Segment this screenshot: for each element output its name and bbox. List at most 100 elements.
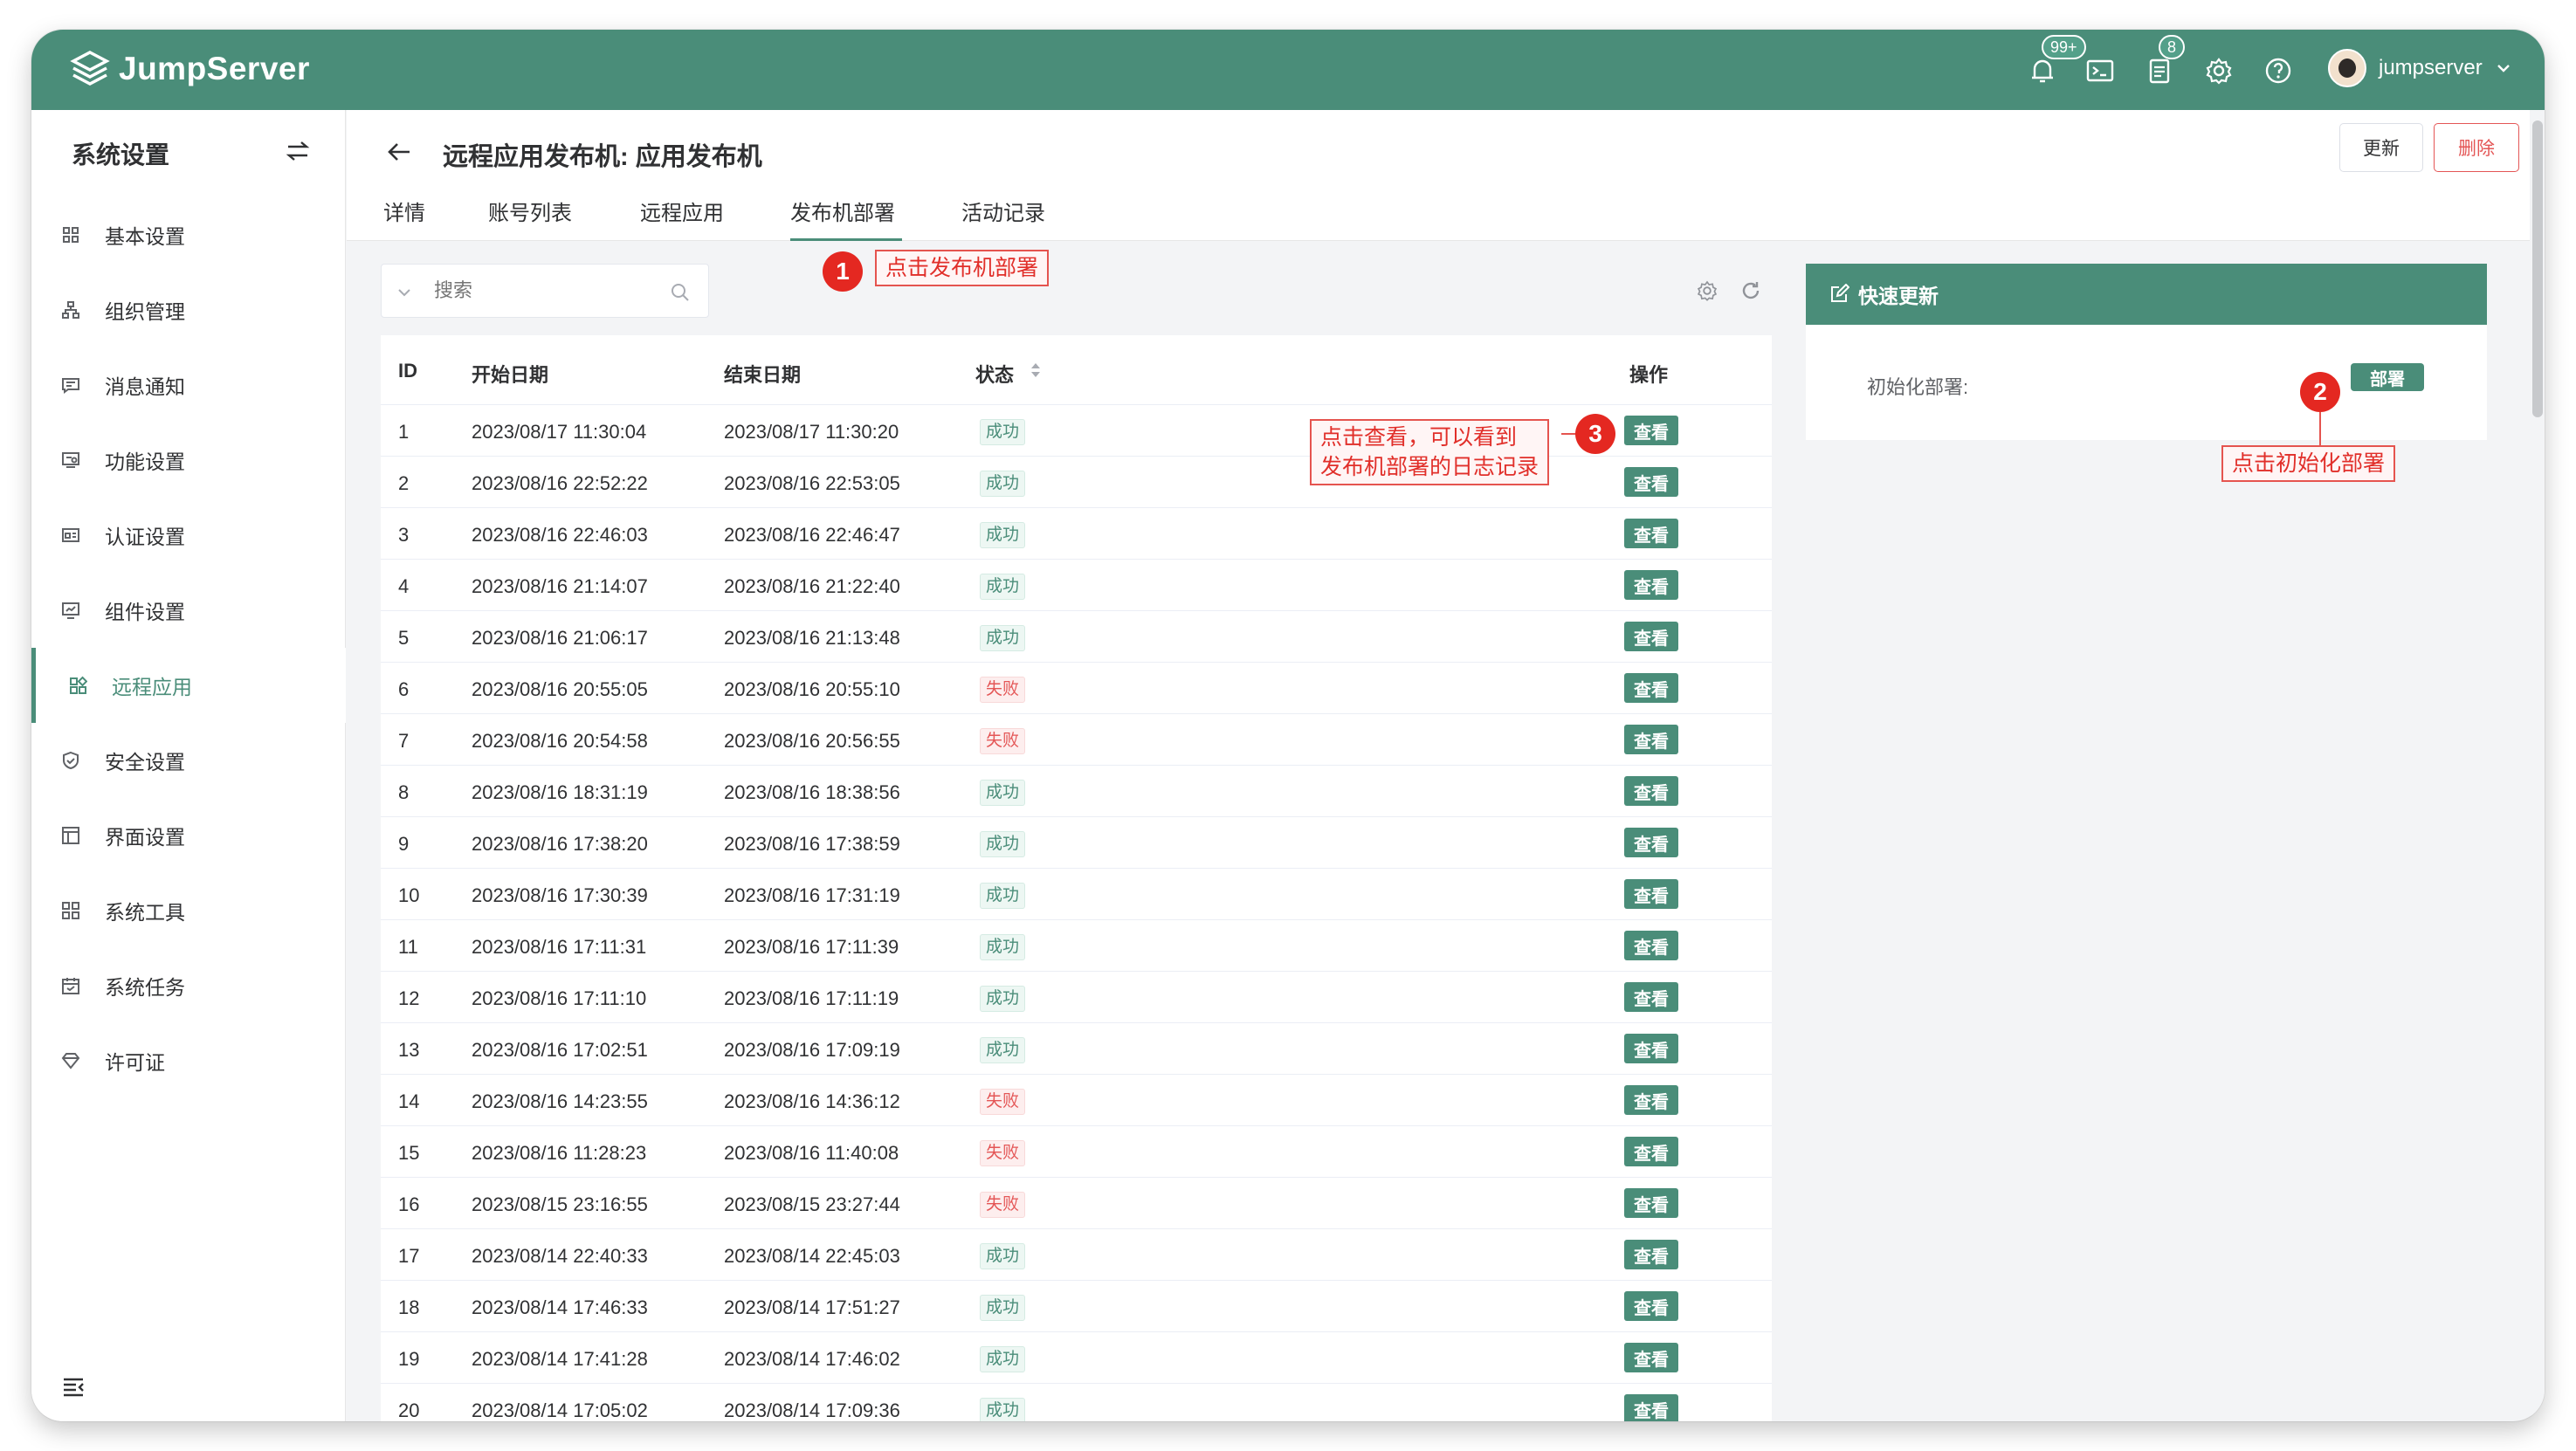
user-menu[interactable]: jumpserver xyxy=(2328,49,2512,87)
cell-start-date: 2023/08/16 20:55:05 xyxy=(472,678,648,700)
brand-name: JumpServer xyxy=(119,51,310,86)
sidebar-item-license[interactable]: 许可证 xyxy=(31,1023,346,1098)
cell-end-date: 2023/08/16 11:40:08 xyxy=(724,1142,899,1164)
status-badge: 成功 xyxy=(980,1243,1026,1269)
view-button[interactable]: 查看 xyxy=(1624,1137,1678,1166)
top-navbar: JumpServer 99+ 8 jumpserver xyxy=(31,30,2545,110)
cell-end-date: 2023/08/14 17:51:27 xyxy=(724,1296,900,1318)
switch-icon[interactable] xyxy=(285,138,311,164)
sidebar-item-interface[interactable]: 界面设置 xyxy=(31,798,346,873)
refresh-icon[interactable] xyxy=(1739,279,1762,302)
sidebar-item-label: 组件设置 xyxy=(105,601,185,623)
sidebar-item-label: 安全设置 xyxy=(105,751,185,774)
view-button[interactable]: 查看 xyxy=(1624,725,1678,754)
logo[interactable]: JumpServer xyxy=(70,49,310,89)
help-icon[interactable] xyxy=(2263,56,2293,86)
view-button[interactable]: 查看 xyxy=(1624,467,1678,497)
view-button[interactable]: 查看 xyxy=(1624,879,1678,909)
cell-id: 17 xyxy=(398,1245,420,1267)
table-row: 13 2023/08/16 17:02:51 2023/08/16 17:09:19… xyxy=(381,1023,1772,1075)
annotation-note-3-line2: 发布机部署的日志记录 xyxy=(1320,455,1539,479)
deploy-button[interactable]: 部署 xyxy=(2351,363,2424,391)
sidebar-item-message[interactable]: 消息通知 xyxy=(31,347,346,423)
settings-icon[interactable] xyxy=(1696,279,1718,302)
view-button[interactable]: 查看 xyxy=(1624,1394,1678,1421)
page-header: 远程应用发布机: 应用发布机 更新 删除 详情 账号列表 远程应用 发布机部署 … xyxy=(347,110,2530,241)
sidebar-item-remote-apps[interactable]: 远程应用 xyxy=(31,648,346,723)
table-row: 14 2023/08/16 14:23:55 2023/08/16 14:36:12… xyxy=(381,1075,1772,1126)
table-row: 16 2023/08/15 23:16:55 2023/08/15 23:27:44… xyxy=(381,1178,1772,1229)
view-button[interactable]: 查看 xyxy=(1624,570,1678,600)
view-button[interactable]: 查看 xyxy=(1624,828,1678,857)
sidebar-item-feature[interactable]: 功能设置 xyxy=(31,423,346,498)
view-button[interactable]: 查看 xyxy=(1624,622,1678,651)
cell-end-date: 2023/08/16 17:11:19 xyxy=(724,987,899,1009)
annotation-note-3: 点击查看，可以看到 发布机部署的日志记录 xyxy=(1310,419,1550,485)
view-button[interactable]: 查看 xyxy=(1624,1085,1678,1115)
layout-icon xyxy=(62,827,79,844)
cell-end-date: 2023/08/16 20:56:55 xyxy=(724,730,900,752)
table-row: 17 2023/08/14 22:40:33 2023/08/14 22:45:03… xyxy=(381,1229,1772,1281)
terminal-icon[interactable] xyxy=(2085,56,2115,86)
feature-icon xyxy=(62,452,79,468)
tab-activity[interactable]: 活动记录 xyxy=(961,196,1054,241)
sidebar-item-label: 基本设置 xyxy=(105,225,185,248)
cell-id: 8 xyxy=(398,781,410,803)
cell-start-date: 2023/08/16 20:54:58 xyxy=(472,730,648,752)
delete-button[interactable]: 删除 xyxy=(2434,123,2519,172)
cell-end-date: 2023/08/14 17:46:02 xyxy=(724,1348,900,1370)
view-button[interactable]: 查看 xyxy=(1624,776,1678,806)
sidebar-item-org[interactable]: 组织管理 xyxy=(31,272,346,347)
tab-details[interactable]: 详情 xyxy=(383,196,432,241)
sort-icon[interactable] xyxy=(1030,360,1042,381)
tab-deployment[interactable]: 发布机部署 xyxy=(790,196,902,241)
annotation-note-2: 点击初始化部署 xyxy=(2221,445,2396,482)
table-row: 11 2023/08/16 17:11:31 2023/08/16 17:11:39… xyxy=(381,920,1772,972)
view-button[interactable]: 查看 xyxy=(1624,416,1678,445)
view-button[interactable]: 查看 xyxy=(1624,931,1678,960)
sidebar-item-tasks[interactable]: 系统任务 xyxy=(31,948,346,1023)
view-button[interactable]: 查看 xyxy=(1624,1034,1678,1063)
cell-id: 19 xyxy=(398,1348,420,1370)
view-button[interactable]: 查看 xyxy=(1624,1188,1678,1218)
back-arrow-icon[interactable] xyxy=(385,138,413,166)
collapse-menu-icon[interactable] xyxy=(61,1374,86,1399)
tab-remote-apps[interactable]: 远程应用 xyxy=(640,196,733,241)
cell-id: 6 xyxy=(398,678,410,700)
sidebar-item-tools[interactable]: 系统工具 xyxy=(31,873,346,948)
view-button[interactable]: 查看 xyxy=(1624,1240,1678,1269)
cell-id: 15 xyxy=(398,1142,420,1164)
sidebar-item-auth[interactable]: 认证设置 xyxy=(31,498,346,573)
sidebar-item-component[interactable]: 组件设置 xyxy=(31,573,346,648)
view-button[interactable]: 查看 xyxy=(1624,1291,1678,1321)
page-scrollbar-thumb[interactable] xyxy=(2532,120,2543,417)
view-button[interactable]: 查看 xyxy=(1624,982,1678,1012)
search-input[interactable] xyxy=(434,273,652,308)
cell-id: 4 xyxy=(398,575,410,597)
search-icon[interactable] xyxy=(670,282,691,303)
view-button[interactable]: 查看 xyxy=(1624,519,1678,548)
bell-icon[interactable] xyxy=(2028,56,2057,86)
cell-start-date: 2023/08/17 11:30:04 xyxy=(472,421,647,443)
app-window: JumpServer 99+ 8 jumpserver 系统设置 基本设置 组织… xyxy=(31,30,2545,1421)
sidebar-item-label: 界面设置 xyxy=(105,826,185,849)
cell-id: 14 xyxy=(398,1090,420,1112)
sidebar-item-basic[interactable]: 基本设置 xyxy=(31,197,346,272)
cell-start-date: 2023/08/14 17:05:02 xyxy=(472,1399,648,1421)
gear-icon[interactable] xyxy=(2204,56,2234,86)
update-button[interactable]: 更新 xyxy=(2339,123,2423,172)
table-row: 15 2023/08/16 11:28:23 2023/08/16 11:40:08… xyxy=(381,1126,1772,1178)
column-header-status[interactable]: 状态 xyxy=(975,360,1014,388)
column-header-action: 操作 xyxy=(1629,364,1669,386)
status-badge: 失败 xyxy=(980,1140,1026,1166)
view-button[interactable]: 查看 xyxy=(1624,673,1678,703)
view-button[interactable]: 查看 xyxy=(1624,1343,1678,1372)
column-header-id: ID xyxy=(398,360,417,382)
status-badge: 成功 xyxy=(980,934,1026,960)
search-box[interactable] xyxy=(381,264,709,318)
sidebar-item-security[interactable]: 安全设置 xyxy=(31,723,346,798)
task-list-icon[interactable] xyxy=(2145,56,2174,86)
table-row: 12 2023/08/16 17:11:10 2023/08/16 17:11:19… xyxy=(381,972,1772,1023)
column-header-start: 开始日期 xyxy=(472,364,549,386)
tab-accounts[interactable]: 账号列表 xyxy=(488,196,581,241)
